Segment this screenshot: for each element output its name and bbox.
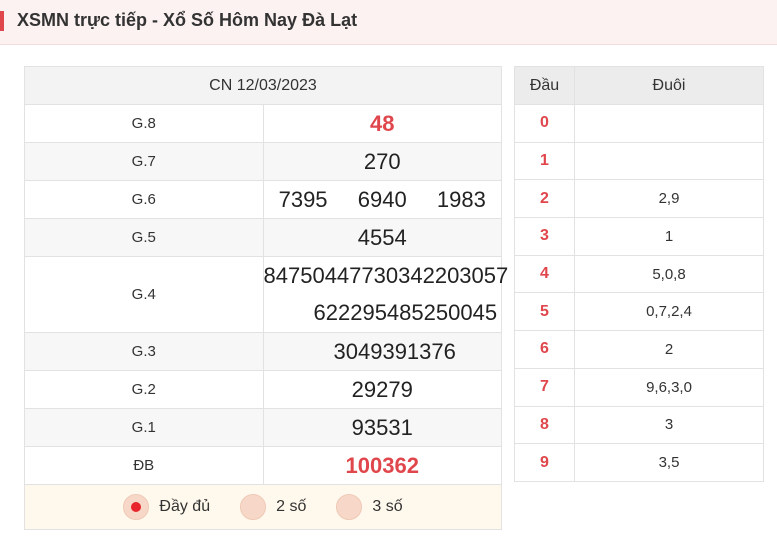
prize-row-special: ĐB 100362: [24, 446, 502, 485]
prize-label: G.5: [24, 218, 264, 257]
prize-label: G.7: [24, 142, 264, 181]
prize-label: G.3: [24, 332, 264, 371]
loto-panel: Đầu Đuôi 0 1 2 2,9 31 4 5,0,8 5 0,7,2,4 62 …: [514, 66, 764, 482]
prize-label: ĐB: [24, 446, 264, 485]
prize-number: 62229: [313, 300, 375, 325]
loto-tails: 9,6,3,0: [574, 367, 764, 407]
date-row: CN 12/03/2023: [24, 66, 502, 105]
option-2-digits[interactable]: 2 số: [240, 494, 306, 520]
prize-number: 48: [370, 110, 395, 136]
loto-row: 62: [514, 330, 764, 369]
loto-head: 4: [514, 254, 575, 294]
loto-row: 5 0,7,2,4: [514, 292, 764, 332]
loto-tails: 1: [574, 217, 764, 256]
option-full[interactable]: Đầy đủ: [123, 494, 210, 520]
prize-number: 03422: [385, 263, 448, 288]
loto-row: 31: [514, 217, 764, 256]
prize-number: 93531: [351, 414, 413, 440]
draw-date: CN 12/03/2023: [24, 66, 502, 105]
loto-row: 4 5,0,8: [514, 254, 764, 294]
prize-row-g7: G.7 270: [24, 142, 502, 181]
option-3-digits[interactable]: 3 số: [336, 494, 403, 520]
option-label: 3 số: [372, 498, 403, 515]
prize-row-g5: G.5 4554: [24, 218, 502, 257]
prize-number: 1983: [436, 186, 486, 212]
page-header: XSMN trực tiếp - Xổ Số Hôm Nay Đà Lạt: [0, 0, 777, 45]
header-accent-bar: [0, 11, 4, 31]
option-label: 2 số: [276, 498, 307, 515]
prize-number: 44773: [324, 263, 386, 288]
loto-tails: [574, 104, 764, 143]
prize-label: G.6: [24, 180, 264, 219]
prize-number: 29279: [351, 376, 413, 402]
prize-label: G.8: [24, 104, 264, 143]
loto-row: 83: [514, 405, 764, 445]
prize-row-g3: G.3 30493 91376: [24, 332, 502, 371]
prize-number: 91376: [394, 338, 456, 364]
loto-row: 9 3,5: [514, 443, 764, 482]
prize-number: 4554: [357, 224, 407, 250]
special-prize-number: 100362: [345, 452, 419, 478]
loto-head: 8: [514, 405, 575, 445]
header-dau: Đầu: [514, 66, 575, 105]
prize-row-g6: G.6 7395 6940 1983: [24, 180, 502, 219]
loto-head: 7: [514, 367, 575, 407]
option-label: Đầy đủ: [159, 498, 211, 515]
loto-header-row: Đầu Đuôi: [514, 66, 764, 105]
loto-row: 2 2,9: [514, 179, 764, 219]
prize-row-g8: G.8 48: [24, 104, 502, 143]
loto-tails: 5,0,8: [574, 254, 764, 294]
prize-number: 6940: [357, 186, 407, 212]
prize-label: G.4: [24, 256, 264, 333]
prize-row-g1: G.1 93531: [24, 408, 502, 447]
prize-label: G.2: [24, 370, 264, 409]
prize-number: 84750: [263, 263, 325, 288]
prize-number: 03057: [447, 263, 509, 288]
loto-tails: 2,9: [574, 179, 764, 219]
radio-unselected[interactable]: [336, 494, 363, 520]
page-title: XSMN trực tiếp - Xổ Số Hôm Nay Đà Lạt: [17, 10, 358, 30]
loto-row: 0: [514, 104, 764, 143]
loto-head: 5: [514, 292, 575, 332]
radio-unselected[interactable]: [240, 494, 267, 520]
prize-label: G.1: [24, 408, 264, 447]
prize-number: 30493: [333, 338, 395, 364]
radio-dot: [131, 502, 142, 512]
prize-row-g4: G.4 84750 44773 03422 03057 62229 54852 …: [24, 256, 508, 333]
loto-tails: 2: [574, 330, 764, 369]
loto-tails: 3: [574, 405, 764, 445]
results-panel: CN 12/03/2023 G.8 48 G.7 270 G.6 7395 69…: [24, 66, 508, 530]
prize-number: 54852: [374, 300, 436, 325]
prize-number: 50045: [435, 300, 498, 325]
loto-head: 9: [514, 443, 575, 482]
display-mode-options: Đầy đủ 2 số 3 số: [24, 485, 502, 530]
loto-table: Đầu Đuôi 0 1 2 2,9 31 4 5,0,8 5 0,7,2,4 62 …: [514, 66, 764, 482]
loto-row: 7 9,6,3,0: [514, 367, 764, 407]
loto-tails: 3,5: [574, 443, 764, 482]
loto-tails: [574, 141, 764, 181]
loto-head: 1: [514, 141, 575, 181]
results-table: CN 12/03/2023 G.8 48 G.7 270 G.6 7395 69…: [24, 66, 508, 485]
prize-number: 270: [363, 148, 401, 174]
loto-tails: 0,7,2,4: [574, 292, 764, 332]
header-duoi: Đuôi: [574, 66, 764, 105]
loto-head: 3: [514, 217, 575, 256]
prize-number: 7395: [278, 186, 328, 212]
prize-row-g2: G.2 29279: [24, 370, 502, 409]
loto-row: 1: [514, 141, 764, 181]
loto-head: 6: [514, 330, 575, 369]
loto-head: 0: [514, 104, 575, 143]
loto-head: 2: [514, 179, 575, 219]
radio-selected[interactable]: [123, 494, 150, 520]
